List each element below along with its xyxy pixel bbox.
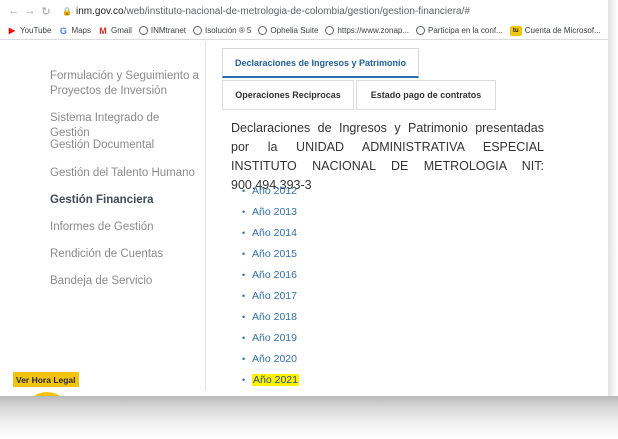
list-item: • Año 2021 <box>242 369 299 390</box>
sidebar-item-informes[interactable]: Informes de Gestión <box>50 220 200 235</box>
globe-icon <box>138 26 148 35</box>
bullet-icon: • <box>242 227 246 238</box>
bookmark-youtube[interactable]: ▶ YouTube <box>7 26 52 36</box>
bullet-icon: • <box>242 353 246 364</box>
url-field[interactable]: inm.gov.co/web/instituto-nacional-de-met… <box>76 6 470 17</box>
youtube-icon: ▶ <box>8 26 16 35</box>
sidebar-item-gestion-documental[interactable]: Gestión Documental <box>50 138 200 153</box>
year-link[interactable]: Año 2017 <box>252 290 297 302</box>
year-link[interactable]: Año 2019 <box>252 332 297 344</box>
list-item: • Año 2015 <box>242 243 299 264</box>
reload-icon[interactable]: ↻ <box>38 5 54 18</box>
list-item: • Año 2018 <box>242 306 299 327</box>
bookmark-ophelia[interactable]: Ophelia Suite <box>258 26 318 35</box>
bookmark-label: YouTube <box>20 26 52 35</box>
sidebar-item-talento-humano[interactable]: Gestión del Talento Humano <box>50 166 200 181</box>
bookmark-label: https://www.zonap... <box>337 26 410 35</box>
list-item: • Año 2012 <box>242 180 299 201</box>
sidebar-item-sistema-integrado[interactable]: Sistema Integrado de Gestión <box>50 111 200 141</box>
sidebar-item-gestion-financiera[interactable]: Gestión Financiera <box>50 193 200 208</box>
url-host: inm.gov.co <box>76 5 124 17</box>
legal-time-label[interactable]: Ver Hora Legal <box>13 372 79 387</box>
globe-icon <box>258 26 268 35</box>
sidebar-item-bandeja[interactable]: Bandeja de Servicio <box>50 274 200 289</box>
list-item: • Año 2020 <box>242 348 299 369</box>
bullet-icon: • <box>242 269 246 280</box>
tu-icon: tu <box>509 25 522 36</box>
url-path: /web/instituto-nacional-de-metrologia-de… <box>123 5 470 17</box>
sidebar-menu: Formulación y Seguimiento a Proyectos de… <box>0 41 203 400</box>
list-item: • Año 2017 <box>242 285 299 306</box>
bookmark-label: INMtranet <box>150 26 187 35</box>
bookmarks-bar: ▶ YouTube G Maps M Gmail INMtranet Isolució… <box>0 22 612 40</box>
window-shadow-bottom <box>0 396 618 439</box>
tab-estado-pago[interactable]: Estado pago de contratos <box>356 80 496 110</box>
year-link[interactable]: Año 2012 <box>252 185 297 197</box>
bookmark-maps[interactable]: G Maps <box>58 26 91 36</box>
bookmark-label: Participa en la conf... <box>428 26 503 35</box>
bullet-icon: • <box>242 185 246 196</box>
bullet-icon: • <box>242 290 246 301</box>
bookmark-gmail[interactable]: M Gmail <box>98 26 132 36</box>
year-link[interactable]: Año 2018 <box>252 311 297 323</box>
bullet-icon: • <box>242 248 246 259</box>
back-arrow-icon[interactable]: ← <box>6 5 22 17</box>
bookmark-microsoft[interactable]: tu Cuenta de Microsof... <box>509 25 601 36</box>
years-list: • Año 2012 • Año 2013 • Año 2014 • Año 2015 … <box>242 180 299 390</box>
globe-icon <box>193 26 203 35</box>
bookmark-isolucion[interactable]: Isolución ® 5 <box>193 26 251 35</box>
tab-declaraciones[interactable]: Declaraciones de Ingresos y Patrimonio <box>222 48 419 78</box>
globe-icon <box>416 26 426 35</box>
year-link[interactable]: Año 2015 <box>252 248 297 260</box>
bookmark-label: Cuenta de Microsof... <box>524 26 601 35</box>
bullet-icon: • <box>242 374 246 385</box>
lock-icon: 🔒 <box>62 6 72 16</box>
bookmark-label: Ophelia Suite <box>270 26 319 35</box>
bookmark-label: Gmail <box>111 26 132 35</box>
gmail-icon: M <box>99 25 107 36</box>
list-item: • Año 2016 <box>242 264 299 285</box>
list-item: • Año 2013 <box>242 201 299 222</box>
year-link-highlighted[interactable]: Año 2021 <box>252 373 299 386</box>
year-link[interactable]: Año 2016 <box>252 269 297 281</box>
globe-icon <box>325 26 335 35</box>
bookmark-participa[interactable]: Participa en la conf... <box>416 26 503 35</box>
year-link[interactable]: Año 2013 <box>252 206 297 218</box>
sidebar-item-rendicion[interactable]: Rendición de Cuentas <box>50 247 200 262</box>
year-link[interactable]: Año 2020 <box>252 353 297 365</box>
bullet-icon: • <box>242 311 246 322</box>
year-link[interactable]: Año 2014 <box>252 227 297 239</box>
bookmark-inmtranet[interactable]: INMtranet <box>138 26 187 35</box>
sidebar-divider <box>205 41 206 391</box>
browser-window: ← → ↻ 🔒 inm.gov.co/web/instituto-naciona… <box>0 0 612 400</box>
bookmark-label: Isolución ® 5 <box>205 26 252 35</box>
bullet-icon: • <box>242 206 246 217</box>
bullet-icon: • <box>242 332 246 343</box>
address-bar: ← → ↻ 🔒 inm.gov.co/web/instituto-naciona… <box>0 0 612 22</box>
bookmark-zonap[interactable]: https://www.zonap... <box>325 26 409 35</box>
tab-operaciones-reciprocas[interactable]: Operaciones Reciprocas <box>222 80 354 110</box>
page-content: Formulación y Seguimiento a Proyectos de… <box>0 41 612 400</box>
list-item: • Año 2014 <box>242 222 299 243</box>
forward-arrow-icon[interactable]: → <box>22 5 38 17</box>
list-item: • Año 2019 <box>242 327 299 348</box>
window-shadow-right <box>608 0 618 400</box>
sidebar-item-formulacion[interactable]: Formulación y Seguimiento a Proyectos de… <box>50 69 200 99</box>
google-icon: G <box>59 25 67 36</box>
bookmark-label: Maps <box>71 26 91 35</box>
